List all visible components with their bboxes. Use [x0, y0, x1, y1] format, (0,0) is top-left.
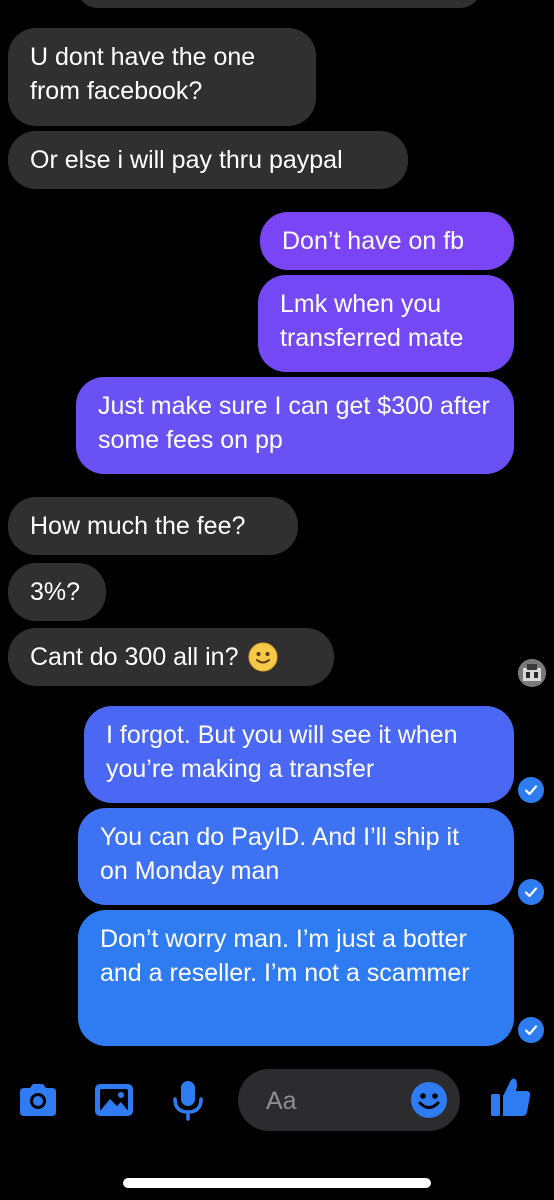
photo-icon[interactable]: [92, 1078, 136, 1127]
message-text: 3%?: [30, 578, 81, 606]
message-text: Just make sure I can get $300 after some…: [98, 392, 490, 454]
read-checkmark-icon: [518, 1017, 544, 1043]
message-text: Don’t have on fb: [282, 227, 465, 255]
message-outgoing[interactable]: Just make sure I can get $300 after some…: [76, 377, 514, 474]
message-text: I forgot. But you will see it when you’r…: [106, 721, 458, 783]
message-text: Don’t worry man. I’m just a botter and a…: [100, 925, 470, 987]
read-receipt-avatar: [518, 659, 546, 687]
message-bubble-partial[interactable]: [78, 0, 480, 8]
thumbs-up-icon[interactable]: [488, 1074, 534, 1125]
camera-icon[interactable]: [16, 1078, 60, 1127]
message-outgoing[interactable]: Lmk when you transferred mate: [258, 275, 514, 372]
message-incoming[interactable]: U dont have the one from facebook?: [8, 28, 316, 126]
emoji-icon[interactable]: [410, 1081, 448, 1124]
message-text: How much the fee?: [30, 512, 246, 540]
microphone-icon[interactable]: [166, 1078, 210, 1127]
message-incoming[interactable]: Or else i will pay thru paypal: [8, 131, 408, 189]
message-text: U dont have the one from facebook?: [30, 43, 256, 105]
message-outgoing[interactable]: I forgot. But you will see it when you’r…: [84, 706, 514, 803]
home-indicator: [123, 1178, 431, 1188]
message-incoming[interactable]: How much the fee?: [8, 497, 298, 555]
slightly-smiling-face-icon: [248, 642, 278, 672]
message-outgoing[interactable]: Don’t have on fb: [260, 212, 514, 270]
message-text: Lmk when you transferred mate: [280, 290, 464, 352]
message-outgoing[interactable]: You can do PayID. And I’ll ship it on Mo…: [78, 808, 514, 905]
read-checkmark-icon: [518, 879, 544, 905]
message-text: Cant do 300 all in?: [30, 643, 239, 671]
message-text: You can do PayID. And I’ll ship it on Mo…: [100, 823, 460, 885]
message-outgoing[interactable]: Don’t worry man. I’m just a botter and a…: [78, 910, 514, 1046]
message-incoming[interactable]: 3%?: [8, 563, 106, 621]
message-composer[interactable]: [238, 1069, 460, 1131]
message-incoming[interactable]: Cant do 300 all in?: [8, 628, 334, 686]
read-checkmark-icon: [518, 777, 544, 803]
message-text: Or else i will pay thru paypal: [30, 146, 343, 174]
message-input[interactable]: [264, 1083, 398, 1119]
